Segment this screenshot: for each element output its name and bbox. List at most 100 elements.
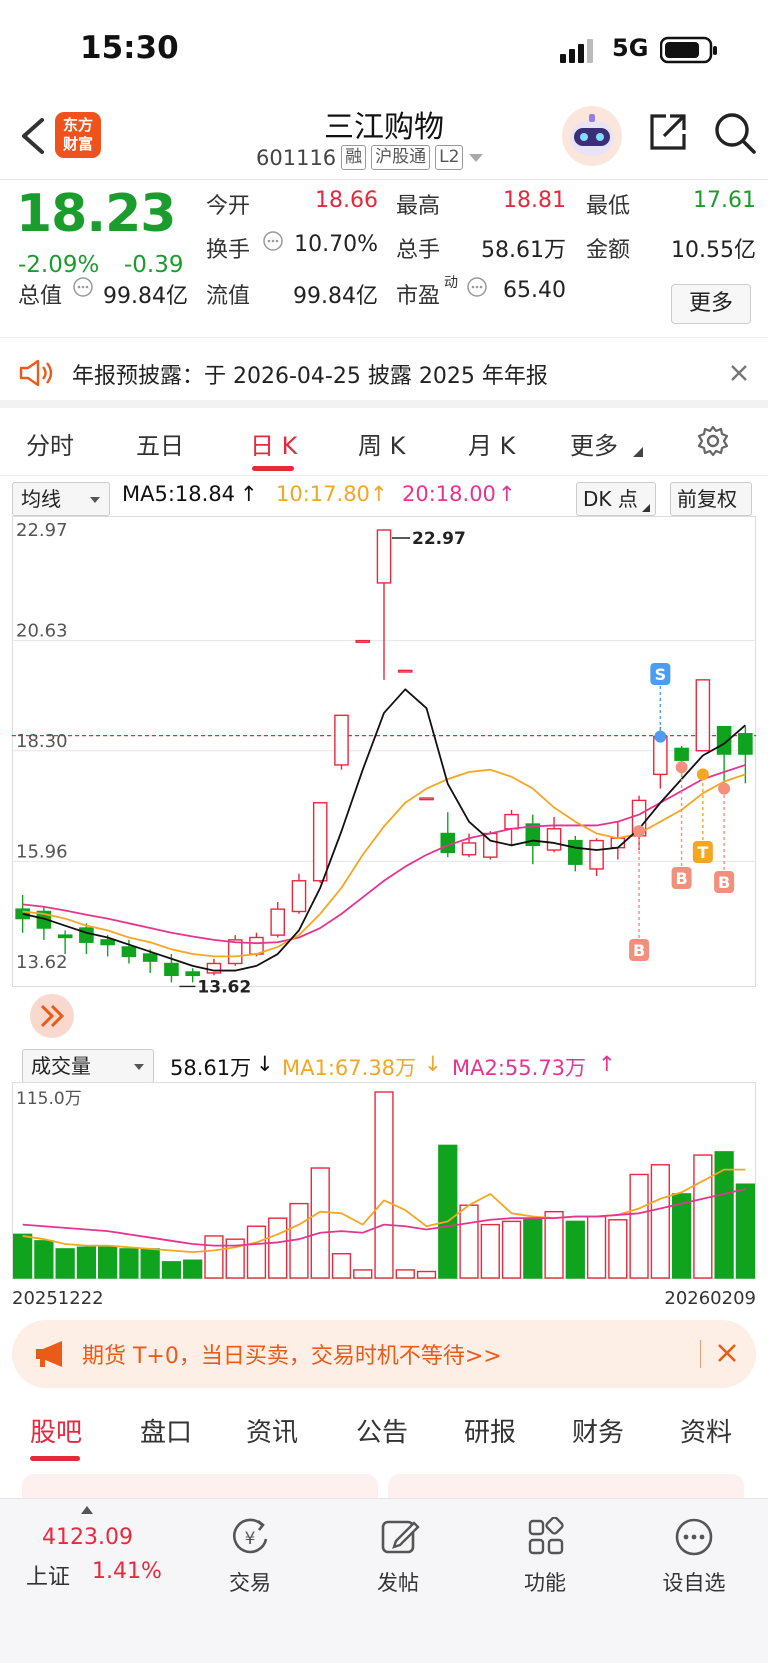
- candle-body: [568, 839, 583, 865]
- futures-ad-banner[interactable]: 期货 T+0，当日买卖，交易时机不等待>>: [12, 1320, 756, 1388]
- candle-body: [419, 797, 434, 801]
- tab-weekly-k[interactable]: 周 K: [358, 426, 405, 461]
- signal-icon: [560, 39, 593, 63]
- candle-body: [355, 639, 371, 643]
- candle-body: [397, 669, 413, 673]
- active-tab-indicator: [30, 1456, 80, 1461]
- y-tick-label: 22.97: [16, 520, 68, 541]
- vol-ma1-readout: MA1:67.38万: [282, 1056, 417, 1080]
- close-icon[interactable]: [716, 1342, 738, 1364]
- kline-chart[interactable]: 22.9720.6318.3015.9613.62 SBB BT 22.97 13…: [12, 516, 756, 1046]
- volume-chart[interactable]: 115.0万 20251222 20260209: [12, 1082, 756, 1312]
- post-label[interactable]: 发帖: [348, 1567, 448, 1597]
- volume-bar: [671, 1193, 692, 1279]
- share-icon[interactable]: [646, 110, 690, 154]
- volume-bar: [523, 1217, 543, 1279]
- y-tick-label: 13.62: [16, 952, 68, 973]
- more-quote-button[interactable]: 更多: [671, 284, 751, 324]
- signal-label: S: [655, 665, 667, 684]
- x-end-date: 20260209: [664, 1288, 756, 1309]
- functions-label[interactable]: 功能: [495, 1567, 595, 1597]
- dk-point-select[interactable]: DK 点: [576, 482, 656, 516]
- up-arrow-icon: ↑: [598, 1052, 616, 1076]
- y-tick-label: 15.96: [16, 841, 68, 862]
- tab-news[interactable]: 资讯: [246, 1412, 298, 1449]
- candle-body: [674, 747, 689, 761]
- tab-announcements[interactable]: 公告: [356, 1412, 408, 1449]
- volume-bar: [480, 1223, 500, 1279]
- logo-line1: 东方: [62, 116, 93, 134]
- volume-bar: [34, 1240, 54, 1279]
- volume-bar: [140, 1248, 160, 1279]
- volume-bar: [310, 1167, 330, 1279]
- candle-body: [738, 733, 753, 755]
- tab-more[interactable]: 更多: [570, 426, 618, 461]
- candle-body: [79, 927, 94, 943]
- turnover-label: 换手: [206, 238, 251, 263]
- trade-icon[interactable]: ¥: [228, 1517, 272, 1557]
- tab-financials[interactable]: 财务: [572, 1412, 624, 1449]
- ma-select[interactable]: 均线: [12, 482, 110, 516]
- volume-bar: [13, 1233, 33, 1279]
- watchlist-label[interactable]: 设自选: [644, 1567, 744, 1597]
- amount-label: 金额: [586, 238, 631, 263]
- expand-panel-button[interactable]: [30, 994, 74, 1038]
- tab-five-day[interactable]: 五日: [136, 426, 184, 461]
- compose-icon[interactable]: [380, 1517, 420, 1557]
- candle-body: [227, 939, 243, 965]
- dropdown-caret-icon: [90, 497, 100, 503]
- ma20-readout: 20:18.00: [402, 482, 496, 506]
- signal-dot: [654, 730, 667, 743]
- candle-body: [206, 962, 222, 974]
- tab-orderbook[interactable]: 盘口: [140, 1412, 192, 1449]
- candle-body: [334, 714, 349, 766]
- period-tabs: 分时 五日 日 K 周 K 月 K 更多: [0, 408, 768, 476]
- stock-code-row[interactable]: 601116 融 沪股通 L2: [256, 145, 484, 170]
- search-icon[interactable]: [712, 110, 758, 156]
- volume-value: 58.61万: [481, 238, 566, 263]
- volume-bar: [629, 1173, 649, 1279]
- x-start-date: 20251222: [12, 1288, 104, 1309]
- signal-dot: [675, 761, 688, 774]
- ma10-line: [22, 768, 746, 958]
- ai-assistant-icon[interactable]: [560, 104, 624, 168]
- tab-profile[interactable]: 资料: [680, 1412, 732, 1449]
- tab-research[interactable]: 研报: [464, 1412, 516, 1449]
- signal-dot: [718, 782, 731, 795]
- candle-body: [15, 908, 30, 920]
- volume-bar: [183, 1259, 203, 1279]
- notice-bar[interactable]: 年报预披露：于 2026-04-25 披露 2025 年年报: [0, 338, 768, 408]
- volume-bar: [331, 1253, 352, 1279]
- content-tabs: 股吧 盘口 资讯 公告 研报 财务 资料: [0, 1398, 768, 1464]
- pe-superscript: 动: [444, 275, 458, 291]
- volume-bar: [76, 1246, 97, 1279]
- info-icon[interactable]: [262, 230, 284, 252]
- tab-intraday[interactable]: 分时: [26, 426, 74, 461]
- index-value[interactable]: 4123.09: [42, 1525, 133, 1550]
- volume-select[interactable]: 成交量: [22, 1049, 154, 1083]
- trade-label[interactable]: 交易: [200, 1567, 300, 1597]
- adjust-select[interactable]: 前复权: [670, 482, 752, 516]
- tab-daily-k[interactable]: 日 K: [250, 426, 297, 461]
- post-card[interactable]: [388, 1474, 744, 1498]
- candle-body: [57, 934, 73, 939]
- connect-tag: 沪股通: [371, 145, 431, 170]
- signal-dot: [633, 825, 646, 838]
- volume-bar: [204, 1235, 224, 1279]
- back-icon[interactable]: [14, 114, 54, 158]
- info-icon[interactable]: [466, 276, 488, 298]
- dk-point-label: DK 点: [583, 487, 638, 511]
- tab-guba[interactable]: 股吧: [30, 1412, 82, 1449]
- candle-body: [695, 679, 711, 752]
- close-icon[interactable]: [728, 362, 750, 384]
- signal-dot: [696, 768, 709, 781]
- tab-monthly-k[interactable]: 月 K: [468, 426, 515, 461]
- down-arrow-icon: ↓: [424, 1052, 442, 1076]
- index-change: 1.41%: [92, 1559, 162, 1584]
- gear-icon[interactable]: [696, 424, 730, 458]
- app-logo[interactable]: 东方 财富: [55, 112, 101, 158]
- apps-icon[interactable]: [526, 1517, 566, 1557]
- more-circle-icon[interactable]: [674, 1517, 714, 1557]
- post-card[interactable]: [22, 1474, 378, 1498]
- volume-bar: [246, 1225, 267, 1279]
